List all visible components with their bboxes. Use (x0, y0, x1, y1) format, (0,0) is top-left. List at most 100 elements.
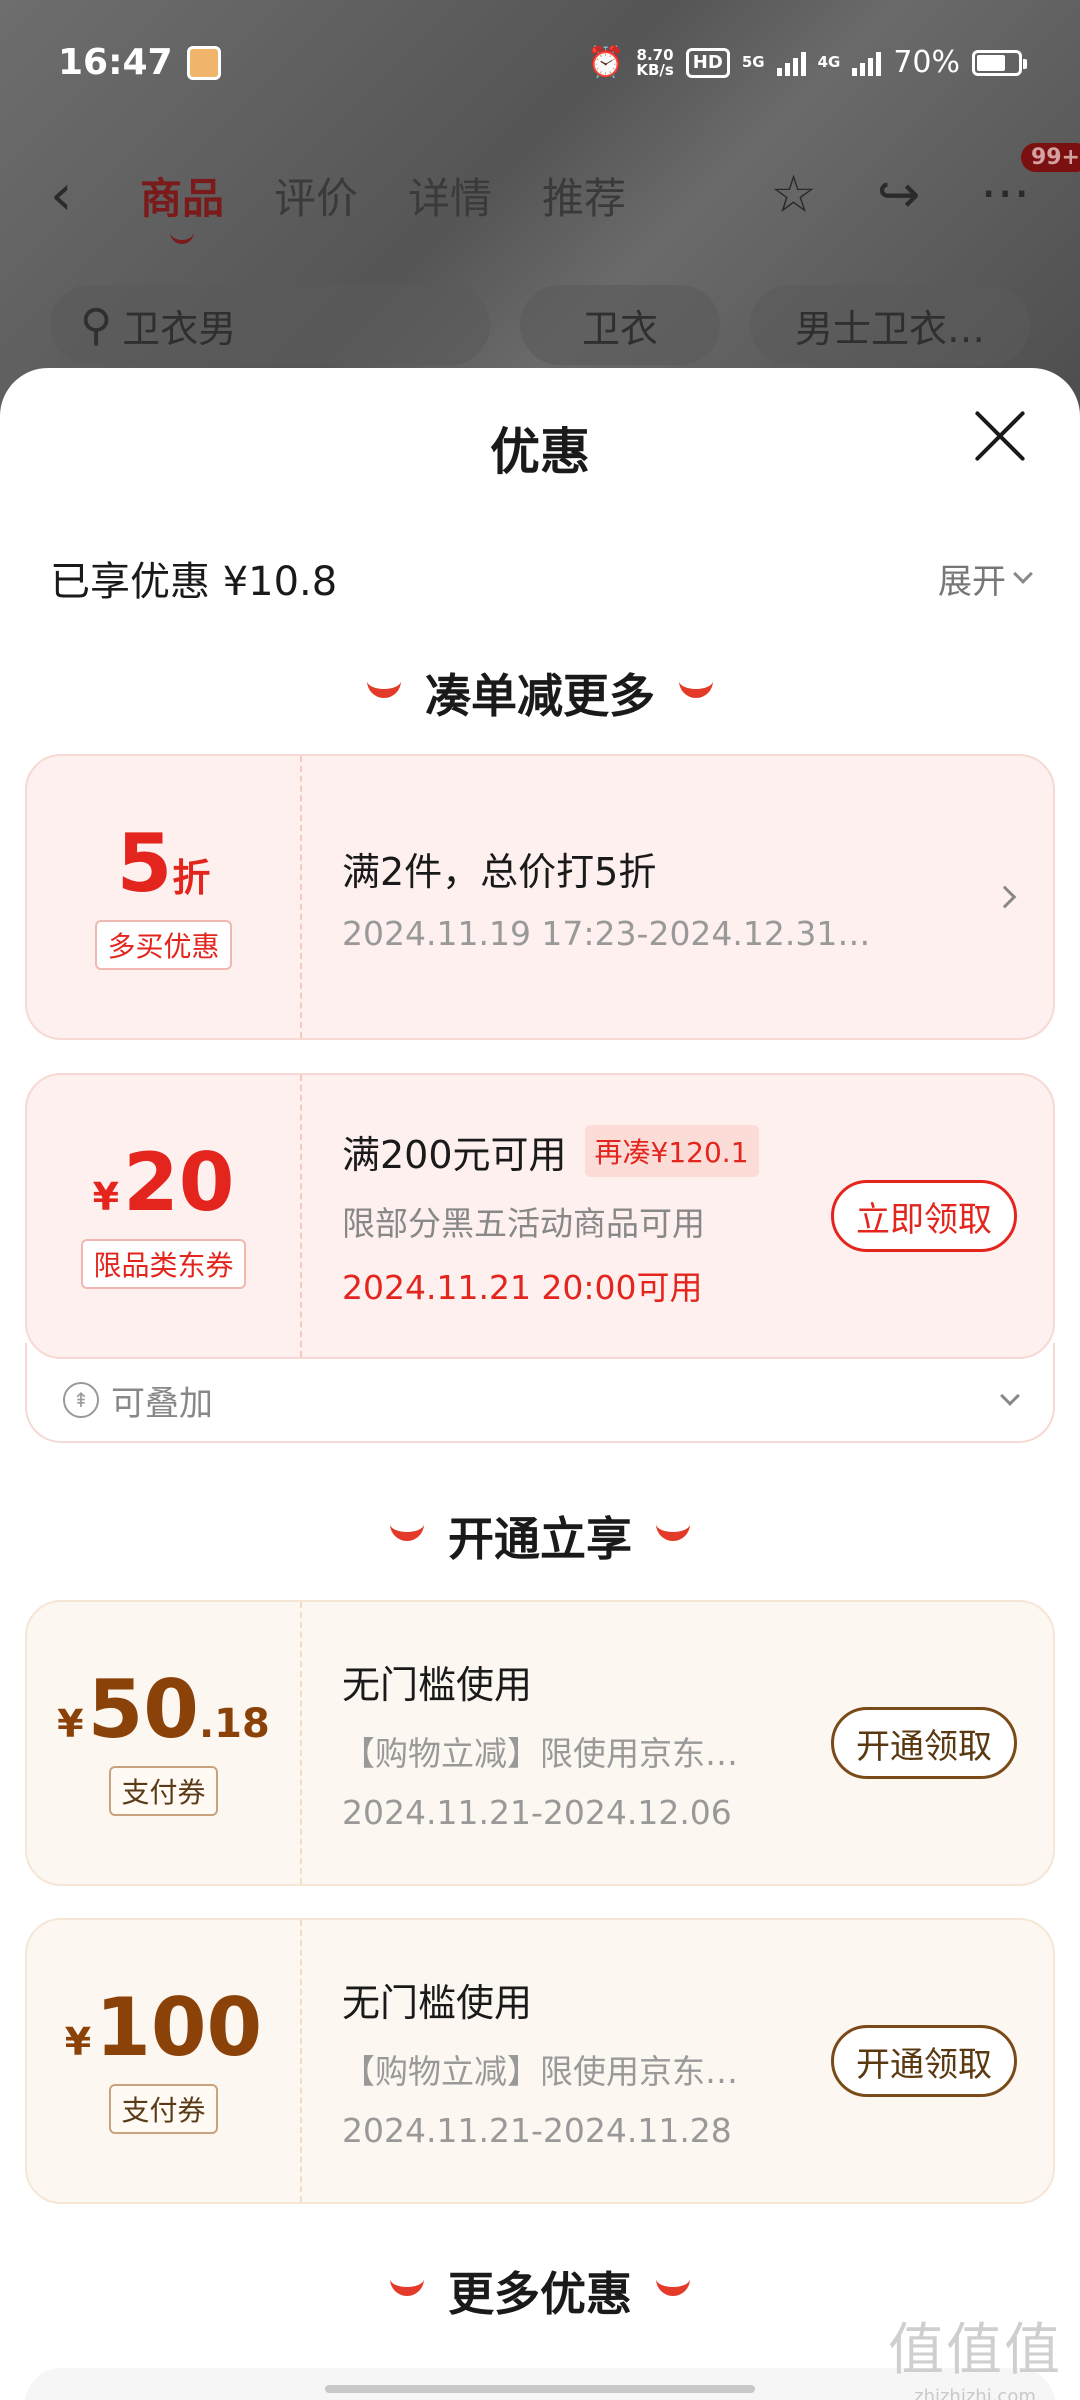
card-restriction: 【购物立减】限使用京东… (342, 1734, 738, 1773)
nav-actions: ☆ ↪ ··· 99+ (770, 143, 1080, 225)
card-date: 2024.11.21-2024.12.06 (342, 1793, 732, 1832)
activate-claim-button[interactable]: 开通领取 (831, 1707, 1017, 1779)
status-indicators: ⏰ 8.70 KB/s HD 5G 4G 70% (586, 45, 1027, 80)
search-chip[interactable]: 卫衣 (520, 285, 720, 365)
card-title-row: 满200元可用 再凑¥120.1 (342, 1124, 759, 1179)
tab-recommend[interactable]: 推荐 (542, 165, 626, 226)
smile-decoration-icon (656, 2276, 690, 2296)
coupon-tag: 支付券 (109, 2084, 218, 2134)
coupon-decimal: .18 (198, 1701, 270, 1747)
card-body: 满2件，总价打5折 2024.11.19 17:23-2024.12.31… (342, 756, 870, 1038)
search-icon: ⚲ (80, 299, 113, 351)
search-input[interactable]: ⚲ 卫衣男 (50, 285, 490, 365)
smile-decoration-icon (390, 1521, 424, 1541)
section-heading-combo: 凑单减更多 (0, 660, 1080, 726)
more-icon[interactable]: ··· 99+ (980, 143, 1080, 225)
activate-claim-button[interactable]: 开通领取 (831, 2025, 1017, 2097)
card-value-panel: ¥ 100 支付券 (27, 1920, 302, 2202)
discount-tag: 多买优惠 (95, 920, 232, 970)
search-query: 卫衣男 (122, 306, 237, 351)
smile-decoration-icon (367, 678, 401, 698)
smile-decoration-icon (390, 2276, 424, 2296)
card-restriction: 【购物立减】限使用京东… (342, 2052, 738, 2091)
card-date: 2024.11.21-2024.11.28 (342, 2111, 732, 2150)
message-badge: 99+ (1020, 143, 1080, 172)
coupon-amount: 50 (87, 1663, 199, 1756)
discount-number: 5 (116, 817, 173, 910)
tab-reviews[interactable]: 评价 (274, 165, 358, 226)
card-body: 无门槛使用 【购物立减】限使用京东… 2024.11.21-2024.11.28 (342, 1920, 738, 2202)
close-icon[interactable] (970, 406, 1030, 466)
section-heading-membership: 开通立享 (0, 1503, 1080, 1569)
tab-details[interactable]: 详情 (408, 165, 492, 226)
yen-symbol: ¥ (64, 2020, 92, 2064)
card-date: 2024.11.19 17:23-2024.12.31… (342, 914, 871, 953)
discount-sheet: 优惠 已享优惠 ¥10.8 展开 凑单减更多 5 折 多买优惠 满2件，总价打5… (0, 368, 1080, 2400)
coupon-card-20: ¥ 20 限品类东券 满200元可用 再凑¥120.1 限部分黑五活动商品可用 … (25, 1073, 1055, 1359)
tab-product[interactable]: 商品 (140, 165, 224, 244)
coupon-tag: 支付券 (109, 1766, 218, 1816)
section-heading-text: 更多优惠 (448, 2267, 632, 2321)
coupon-value: ¥ 100 (65, 1988, 262, 2068)
card-title: 满2件，总价打5折 (342, 850, 657, 894)
back-chevron-icon[interactable]: ‹ (50, 163, 110, 228)
enjoyed-discount-text: 已享优惠 ¥10.8 (50, 559, 338, 605)
discount-card-multi-buy[interactable]: 5 折 多买优惠 满2件，总价打5折 2024.11.19 17:23-2024… (25, 754, 1055, 1040)
chevron-down-icon (1013, 564, 1033, 584)
search-chip[interactable]: 男士卫衣… (750, 285, 1030, 365)
payment-coupon-card-50: ¥ 50 .18 支付券 无门槛使用 【购物立减】限使用京东… 2024.11.… (25, 1600, 1055, 1886)
yen-symbol: ¥ (57, 1702, 84, 1746)
chevron-right-icon (993, 885, 1017, 909)
discount-value: 5 折 (117, 824, 211, 904)
smile-decoration-icon (656, 1521, 690, 1541)
product-nav-bar: ‹ 商品 评价 详情 推荐 ☆ ↪ ··· 99+ (0, 140, 1080, 250)
coupon-amount: 100 (95, 1981, 263, 2074)
status-bar: 16:47 ⏰ 8.70 KB/s HD 5G 4G 70% (0, 0, 1080, 125)
claim-now-button[interactable]: 立即领取 (831, 1180, 1017, 1252)
hd-icon: HD (685, 47, 730, 78)
stack-icon: ⇞ (63, 1382, 99, 1418)
stackable-label: 可叠加 (111, 1383, 213, 1424)
need-more-tag: 再凑¥120.1 (584, 1125, 759, 1177)
card-title: 满200元可用 (342, 1132, 567, 1177)
card-restriction: 限部分黑五活动商品可用 (342, 1203, 705, 1243)
5g-label: 5G (741, 53, 765, 71)
section-heading-text: 凑单减更多 (425, 669, 655, 723)
card-title: 无门槛使用 (342, 1663, 533, 1707)
payment-coupon-card-100: ¥ 100 支付券 无门槛使用 【购物立减】限使用京东… 2024.11.21-… (25, 1918, 1055, 2204)
status-time: 16:47 (58, 42, 173, 83)
card-value-panel: ¥ 20 限品类东券 (27, 1075, 302, 1357)
signal-icon-2 (852, 50, 882, 76)
card-body: 满200元可用 再凑¥120.1 限部分黑五活动商品可用 2024.11.21 … (342, 1075, 759, 1357)
expand-button[interactable]: 展开 (938, 554, 1033, 603)
share-icon[interactable]: ↪ (877, 165, 921, 225)
coupon-tag: 限品类东券 (81, 1239, 246, 1289)
product-page-background: 16:47 ⏰ 8.70 KB/s HD 5G 4G 70% ‹ 商品 评价 详… (0, 0, 1080, 420)
watermark-logo: 值值值 (888, 2318, 1062, 2383)
alarm-icon: ⏰ (586, 45, 625, 80)
battery-percent: 70% (893, 45, 960, 80)
smile-decoration-icon (679, 678, 713, 698)
section-heading-text: 开通立享 (448, 1512, 632, 1566)
network-speed: 8.70 KB/s (636, 47, 673, 78)
4g-label: 4G (817, 53, 841, 71)
card-title: 无门槛使用 (342, 1981, 533, 2025)
card-value-panel: 5 折 多买优惠 (27, 756, 302, 1038)
battery-icon (972, 49, 1027, 76)
watermark: 值值值 zhizhizhi.com (888, 2305, 1062, 2400)
yen-symbol: ¥ (92, 1175, 120, 1219)
star-icon[interactable]: ☆ (770, 165, 817, 225)
app-notification-icon (186, 45, 221, 80)
coupon-value: ¥ 50 .18 (57, 1670, 270, 1750)
discount-unit: 折 (172, 856, 211, 900)
coupon-value: ¥ 20 (93, 1143, 235, 1223)
enjoyed-discount-row: 已享优惠 ¥10.8 展开 (50, 548, 1033, 608)
home-indicator[interactable] (325, 2385, 755, 2393)
card-body: 无门槛使用 【购物立减】限使用京东… 2024.11.21-2024.12.06 (342, 1602, 738, 1884)
card-date: 2024.11.21 20:00可用 (342, 1267, 703, 1307)
chevron-down-icon (1000, 1386, 1020, 1406)
expand-label: 展开 (938, 561, 1006, 602)
search-row: ⚲ 卫衣男 卫衣 男士卫衣… (0, 280, 1080, 370)
coupon-amount: 20 (123, 1136, 235, 1229)
sheet-title: 优惠 (490, 423, 590, 481)
